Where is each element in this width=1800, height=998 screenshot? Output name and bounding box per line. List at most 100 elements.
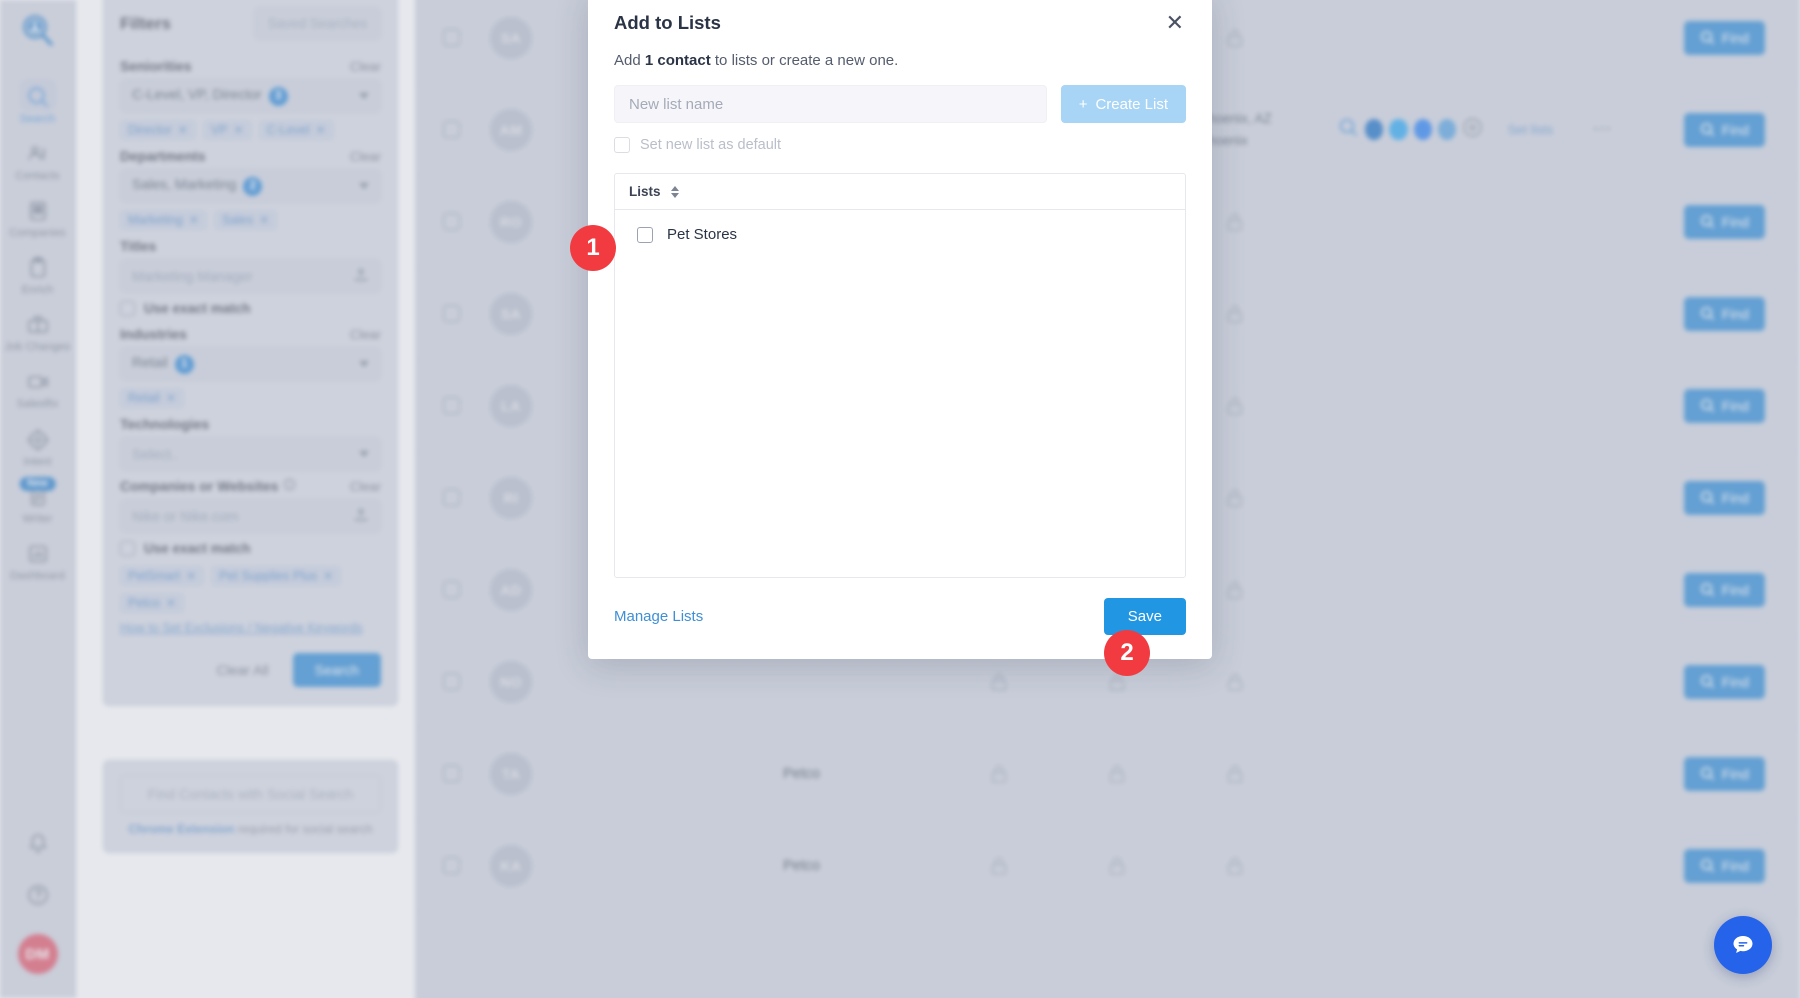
seniority-chip[interactable]: VP ✕: [202, 120, 252, 140]
exclusions-link[interactable]: How to Set Exclusions / Negative Keyword…: [120, 621, 381, 635]
rail-item-contacts[interactable]: Contacts: [0, 132, 76, 189]
table-row[interactable]: TA Petco Find: [415, 728, 1800, 820]
email-lock-cell[interactable]: [940, 762, 1058, 786]
find-button[interactable]: Find: [1683, 204, 1765, 239]
rail-item-job-changes[interactable]: Job Changes: [0, 303, 76, 360]
rail-item-dashboard[interactable]: Dashboard: [0, 532, 76, 589]
crm-icon[interactable]: [1437, 119, 1456, 140]
find-button[interactable]: Find: [1683, 20, 1765, 55]
row-checkbox[interactable]: [443, 397, 460, 414]
clear-companies[interactable]: Clear: [350, 479, 381, 494]
help-circle-icon[interactable]: [26, 883, 50, 912]
seniority-chip[interactable]: C-Level ✕: [258, 120, 334, 140]
upload-icon[interactable]: [353, 267, 369, 286]
app-logo-search-icon[interactable]: [21, 14, 55, 53]
row-checkbox[interactable]: [443, 29, 460, 46]
email-lock-cell[interactable]: [940, 670, 1058, 694]
row-checkbox[interactable]: [443, 857, 460, 874]
magnify-badge-icon[interactable]: [1338, 117, 1359, 143]
clear-all-button[interactable]: Clear All: [207, 654, 279, 686]
search-button[interactable]: Search: [292, 653, 381, 687]
checkbox[interactable]: [120, 301, 135, 316]
remove-chip-icon[interactable]: ✕: [178, 123, 188, 137]
location-lock-cell[interactable]: [1176, 762, 1294, 786]
row-checkbox[interactable]: [443, 673, 460, 690]
lists-header-row[interactable]: Lists: [615, 174, 1185, 210]
companies-exact-match[interactable]: Use exact match: [120, 541, 381, 556]
clear-departments[interactable]: Clear: [350, 149, 381, 164]
row-checkbox[interactable]: [443, 121, 460, 138]
rail-item-salesflix[interactable]: Salesflix: [0, 360, 76, 417]
bell-icon[interactable]: [26, 832, 50, 861]
email-lock-cell[interactable]: [940, 854, 1058, 878]
location-lock-cell[interactable]: [1176, 670, 1294, 694]
saved-searches-button[interactable]: Saved Searches: [253, 7, 381, 40]
rail-item-search[interactable]: Search: [0, 75, 76, 132]
twitter-icon[interactable]: [1389, 119, 1408, 140]
sort-updown-icon[interactable]: [670, 185, 679, 198]
find-button[interactable]: Find: [1683, 388, 1765, 423]
rail-item-writer[interactable]: New Writer: [0, 475, 76, 532]
department-chip[interactable]: Sales ✕: [213, 210, 278, 230]
row-checkbox[interactable]: [443, 305, 460, 322]
remove-chip-icon[interactable]: ✕: [259, 213, 269, 227]
row-checkbox[interactable]: [443, 213, 460, 230]
set-default-row[interactable]: Set new list as default: [588, 123, 1212, 153]
row-checkbox[interactable]: [443, 581, 460, 598]
find-button[interactable]: Find: [1683, 756, 1765, 791]
user-avatar[interactable]: DM: [17, 934, 58, 974]
companies-input[interactable]: Nike or Nike.com: [120, 499, 381, 533]
find-button[interactable]: Find: [1683, 664, 1765, 699]
row-checkbox[interactable]: [443, 765, 460, 782]
clear-seniorities[interactable]: Clear: [350, 59, 381, 74]
seniorities-select[interactable]: C-Level, VP, Director 3: [120, 79, 381, 113]
titles-input[interactable]: Marketing Manager: [120, 259, 381, 293]
close-icon[interactable]: ✕: [1164, 12, 1186, 34]
remove-chip-icon[interactable]: ✕: [316, 123, 326, 137]
info-circle-icon[interactable]: [283, 478, 296, 494]
chrome-extension-link[interactable]: Chrome Extension: [128, 822, 234, 836]
manage-lists-link[interactable]: Manage Lists: [614, 608, 703, 625]
titles-exact-match[interactable]: Use exact match: [120, 301, 381, 316]
upload-icon[interactable]: [353, 507, 369, 526]
rail-item-companies[interactable]: Companies: [0, 189, 76, 246]
chat-bubble-icon[interactable]: [1714, 916, 1772, 974]
company-chip[interactable]: Petco ✕: [120, 593, 185, 613]
location-lock-cell[interactable]: [1176, 854, 1294, 878]
find-button[interactable]: Find: [1683, 480, 1765, 515]
phone-lock-cell[interactable]: [1058, 762, 1176, 786]
industries-select[interactable]: Retail 1: [120, 347, 381, 381]
linkedin-icon[interactable]: [1365, 119, 1384, 140]
industry-chip[interactable]: Retail ✕: [120, 388, 185, 408]
find-button[interactable]: Find: [1683, 848, 1765, 883]
find-contacts-social-search-button[interactable]: Find Contacts with Social Search: [120, 775, 381, 813]
facebook-icon[interactable]: [1413, 119, 1432, 140]
save-button[interactable]: Save: [1103, 598, 1186, 635]
remove-chip-icon[interactable]: ✕: [323, 569, 333, 583]
technologies-select[interactable]: Select..: [120, 437, 381, 471]
seniority-chip[interactable]: Director ✕: [120, 120, 196, 140]
company-chip[interactable]: PetSmart ✕: [120, 566, 205, 586]
find-button[interactable]: Find: [1683, 112, 1765, 147]
table-row[interactable]: KA Petco Find: [415, 820, 1800, 912]
rail-item-enrich[interactable]: Enrich: [0, 246, 76, 303]
clear-industries[interactable]: Clear: [350, 327, 381, 342]
set-lists-link[interactable]: Set lists: [1483, 122, 1578, 137]
list-item[interactable]: Pet Stores: [615, 210, 1185, 243]
checkbox[interactable]: [120, 541, 135, 556]
departments-select[interactable]: Sales, Marketing 2: [120, 169, 381, 203]
new-list-name-input[interactable]: New list name: [614, 85, 1047, 123]
rail-item-intent[interactable]: Intent: [0, 418, 76, 475]
find-button[interactable]: Find: [1683, 296, 1765, 331]
plus-circle-icon[interactable]: [1462, 117, 1483, 143]
list-item-checkbox[interactable]: [637, 226, 653, 243]
company-chip[interactable]: Pet Supplies Plus ✕: [211, 566, 342, 586]
row-checkbox[interactable]: [443, 489, 460, 506]
phone-lock-cell[interactable]: [1058, 854, 1176, 878]
remove-chip-icon[interactable]: ✕: [234, 123, 244, 137]
remove-chip-icon[interactable]: ✕: [166, 596, 176, 610]
find-button[interactable]: Find: [1683, 572, 1765, 607]
set-default-checkbox[interactable]: [614, 137, 630, 153]
department-chip[interactable]: Marketing ✕: [120, 210, 207, 230]
remove-chip-icon[interactable]: ✕: [186, 569, 196, 583]
